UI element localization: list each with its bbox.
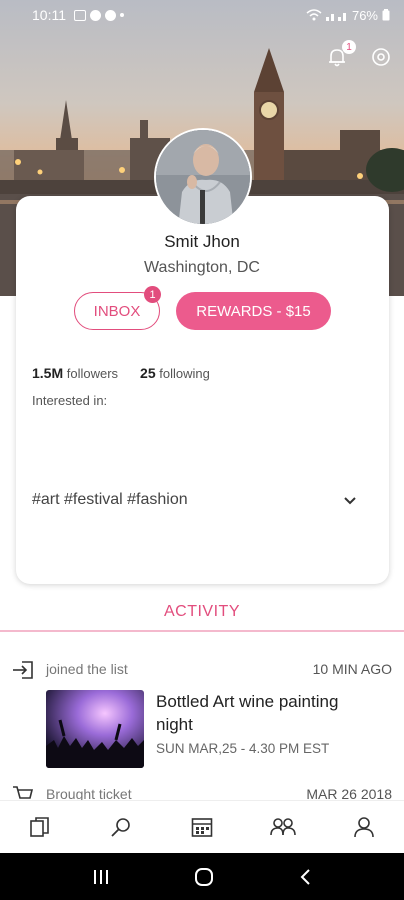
login-icon	[13, 661, 33, 679]
gallery-icon	[74, 9, 86, 21]
home-icon[interactable]	[194, 867, 214, 887]
notifications-button[interactable]: 1	[326, 40, 356, 68]
event-title[interactable]: Bottled Art wine painting night	[156, 690, 376, 736]
followers-count: 1.5M	[32, 365, 64, 381]
followers-label: followers	[66, 366, 119, 381]
interested-label: Interested in:	[32, 393, 108, 408]
battery-percent: 76%	[351, 7, 378, 23]
profile-card	[16, 196, 389, 584]
inbox-button[interactable]: INBOX 1	[74, 286, 161, 330]
notification-badge: 1	[342, 40, 356, 54]
activity-time: 10 MIN AGO	[312, 661, 392, 677]
rewards-button-label: REWARDS - $15	[196, 302, 311, 320]
back-icon[interactable]	[298, 868, 312, 886]
avatar	[154, 128, 252, 226]
nav-people[interactable]	[263, 807, 303, 847]
nav-profile[interactable]	[344, 807, 384, 847]
follow-stats: 1.5M followers 25 following	[32, 365, 210, 381]
event-date: SUN MAR,25 - 4.30 PM EST	[156, 741, 330, 756]
settings-icon[interactable]	[370, 46, 392, 68]
following-count: 25	[140, 365, 156, 381]
system-nav-bar	[0, 853, 404, 900]
nav-search[interactable]	[101, 807, 141, 847]
search-icon	[111, 818, 130, 837]
calendar-icon	[191, 818, 213, 837]
inbox-button-label: INBOX	[93, 302, 141, 320]
event-image[interactable]	[46, 690, 144, 768]
nav-calendar[interactable]	[182, 807, 222, 847]
activity-action: joined the list	[46, 661, 128, 677]
phone-icon	[90, 9, 101, 21]
header-actions: 1	[326, 40, 392, 68]
wifi-icon	[306, 9, 322, 21]
signal-icon	[325, 13, 346, 21]
bottom-nav	[0, 800, 404, 853]
followers-stat[interactable]: 1.5M followers	[32, 365, 118, 381]
profile-icon	[353, 817, 374, 838]
activity-tab[interactable]: ACTIVITY	[0, 603, 404, 621]
people-icon	[269, 818, 296, 836]
interest-tags: #art #festival #fashion	[32, 491, 188, 508]
status-bar: 10:11 76%	[0, 0, 404, 30]
profile-location: Washington, DC	[144, 259, 260, 276]
rewards-button[interactable]: REWARDS - $15	[176, 292, 331, 330]
activity-tab-underline	[0, 630, 404, 632]
following-stat[interactable]: 25 following	[140, 365, 210, 381]
chevron-down-icon[interactable]	[342, 493, 358, 509]
copy-icon	[30, 817, 50, 837]
battery-icon	[382, 9, 390, 21]
profile-name: Smit Jhon	[164, 232, 240, 251]
more-notifications-icon	[120, 13, 124, 17]
nav-copy[interactable]	[20, 807, 60, 847]
inbox-badge: 1	[144, 286, 161, 303]
status-time: 10:11	[32, 7, 66, 23]
app-icon	[105, 9, 116, 21]
following-label: following	[159, 366, 210, 381]
recent-apps-icon[interactable]	[92, 869, 110, 885]
